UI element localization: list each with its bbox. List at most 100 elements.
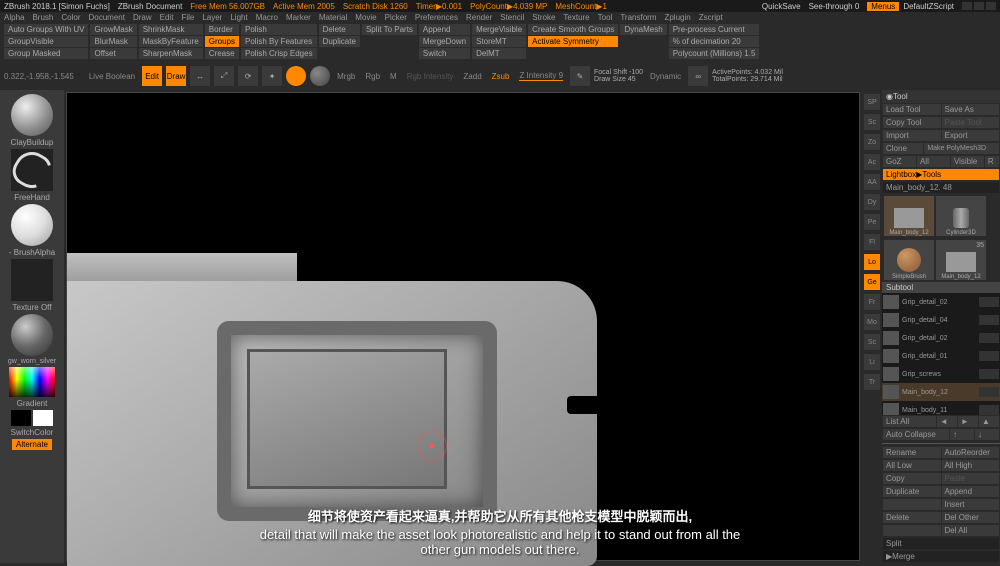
shelf-group-masked[interactable]: Group Masked	[4, 48, 88, 59]
strip-line-fill[interactable]: Li	[864, 354, 880, 370]
strip-floor[interactable]: Fl	[864, 234, 880, 250]
split[interactable]: Split	[883, 538, 999, 549]
shelf-delete[interactable]: Delete	[319, 24, 360, 35]
shelf-split-to-parts[interactable]: Split To Parts	[362, 24, 417, 35]
m-mode[interactable]: M	[390, 72, 397, 81]
menu-color[interactable]: Color	[61, 13, 80, 22]
mrgb[interactable]: Mrgb	[337, 72, 355, 81]
shelf-delmt[interactable]: DelMT	[472, 48, 526, 59]
rename[interactable]: Rename	[883, 447, 941, 458]
tool-thumb-2[interactable]: SimpleBrush	[884, 240, 934, 280]
menu-document[interactable]: Document	[89, 13, 125, 22]
brush-icon[interactable]: ✎	[570, 66, 590, 86]
arrow-up-icon[interactable]: ▲	[979, 416, 999, 427]
swatch-white[interactable]	[33, 410, 53, 426]
shelf-pre-process-current[interactable]: Pre-process Current	[669, 24, 760, 35]
move-up-icon[interactable]: ↑	[950, 429, 974, 440]
menu-brush[interactable]: Brush	[32, 13, 53, 22]
menus-toggle[interactable]: Menus	[867, 2, 899, 11]
dynamic[interactable]: Dynamic	[650, 72, 681, 81]
shelf-mergedown[interactable]: MergeDown	[419, 36, 470, 47]
save-as[interactable]: Save As	[942, 104, 1000, 115]
strip-scroll[interactable]: Sc	[864, 114, 880, 130]
zsub[interactable]: Zsub	[492, 72, 510, 81]
shelf-border[interactable]: Border	[205, 24, 239, 35]
shelf-polish-by-features[interactable]: Polish By Features	[241, 36, 317, 47]
all-high[interactable]: All High	[942, 460, 1000, 471]
switch-color[interactable]: SwitchColor	[11, 428, 54, 437]
live-boolean[interactable]: Live Boolean	[89, 72, 135, 81]
shelf-growmask[interactable]: GrowMask	[90, 24, 136, 35]
shelf-maskbyfeature[interactable]: MaskByFeature	[139, 36, 203, 47]
shelf-polish[interactable]: Polish	[241, 24, 317, 35]
shelf-auto-groups-with-uv[interactable]: Auto Groups With UV	[4, 24, 88, 35]
maximize-button[interactable]	[974, 2, 984, 10]
menu-preferences[interactable]: Preferences	[415, 13, 458, 22]
scale-button[interactable]: ⤢	[214, 66, 234, 86]
edit-button[interactable]: Edit	[142, 66, 162, 86]
gradient-label[interactable]: Gradient	[17, 399, 48, 408]
subtool-grip-detail-02[interactable]: Grip_detail_02	[882, 293, 1000, 311]
arrow-right-icon[interactable]: ►	[958, 416, 978, 427]
link-icon[interactable]: ∞	[688, 66, 708, 86]
shelf-storemt[interactable]: StoreMT	[472, 36, 526, 47]
strip-geoz[interactable]: Ge	[864, 274, 880, 290]
strip-move[interactable]: Mo	[864, 314, 880, 330]
menu-zscript[interactable]: Zscript	[699, 13, 723, 22]
quicksave[interactable]: QuickSave	[762, 2, 801, 11]
menu-texture[interactable]: Texture	[563, 13, 589, 22]
tool-thumb-3[interactable]: Main_body_1235	[936, 240, 986, 280]
subtool-header[interactable]: Subtool	[882, 282, 1000, 293]
menu-light[interactable]: Light	[230, 13, 247, 22]
append[interactable]: Append	[942, 486, 1000, 497]
material-thumbnail[interactable]	[11, 314, 53, 356]
menu-transform[interactable]: Transform	[620, 13, 656, 22]
subtool-main-body-11[interactable]: Main_body_11	[882, 401, 1000, 415]
alpha-thumbnail[interactable]	[11, 204, 53, 246]
material-sphere[interactable]	[310, 66, 330, 86]
arrow-left-icon[interactable]: ◄	[937, 416, 957, 427]
menu-draw[interactable]: Draw	[133, 13, 152, 22]
make-polymesh[interactable]: Make PolyMesh3D	[924, 143, 999, 154]
copy-tool[interactable]: Copy Tool	[883, 117, 941, 128]
subtool-main-body-12[interactable]: Main_body_12	[882, 383, 1000, 401]
strip-dynamic[interactable]: Dy	[864, 194, 880, 210]
shelf-crease[interactable]: Crease	[205, 48, 239, 59]
shelf-sharpenmask[interactable]: SharpenMask	[139, 48, 203, 59]
strip-frame[interactable]: Fr	[864, 294, 880, 310]
shelf-activate-symmetry[interactable]: Activate Symmetry	[528, 36, 618, 47]
shelf--of-decimation-20[interactable]: % of decimation 20	[669, 36, 760, 47]
alternate-button[interactable]: Alternate	[12, 439, 52, 450]
shelf-shrinkmask[interactable]: ShrinkMask	[139, 24, 203, 35]
minimize-button[interactable]	[962, 2, 972, 10]
shelf-switch[interactable]: Switch	[419, 48, 470, 59]
goz-r[interactable]: R	[985, 156, 999, 167]
tool-header[interactable]: ◉ Tool	[882, 90, 1000, 103]
load-tool[interactable]: Load Tool	[883, 104, 941, 115]
menu-marker[interactable]: Marker	[286, 13, 311, 22]
shelf-mergevisible[interactable]: MergeVisible	[472, 24, 526, 35]
subtool-grip-detail-04[interactable]: Grip_detail_04	[882, 311, 1000, 329]
color-picker[interactable]	[9, 367, 55, 397]
close-button[interactable]	[986, 2, 996, 10]
draw-button[interactable]: Draw	[166, 66, 186, 86]
del-all[interactable]: Del All	[942, 525, 1000, 536]
strip-aahalf[interactable]: AA	[864, 174, 880, 190]
brush-thumbnail[interactable]	[11, 94, 53, 136]
rgb-intensity[interactable]: Rgb Intensity	[407, 72, 454, 81]
delete[interactable]: Delete	[883, 512, 941, 523]
default-script[interactable]: DefaultZScript	[903, 2, 954, 11]
strip-scal3d[interactable]: Sc	[864, 334, 880, 350]
menu-zplugin[interactable]: Zplugin	[664, 13, 690, 22]
menu-stencil[interactable]: Stencil	[500, 13, 524, 22]
merge[interactable]: ▶Merge	[883, 551, 999, 562]
tool-thumb-1[interactable]: Cylinder3D	[936, 196, 986, 236]
gizmo-button[interactable]: ✦	[262, 66, 282, 86]
tool-thumb-0[interactable]: Main_body_12	[884, 196, 934, 236]
export[interactable]: Export	[942, 130, 1000, 141]
subtool-grip-screws[interactable]: Grip_screws	[882, 365, 1000, 383]
move-down-icon[interactable]: ↓	[975, 429, 999, 440]
move-button[interactable]: ↔	[190, 66, 210, 86]
shelf-dynamesh[interactable]: DynaMesh	[620, 24, 666, 35]
insert[interactable]: Insert	[942, 499, 1000, 510]
